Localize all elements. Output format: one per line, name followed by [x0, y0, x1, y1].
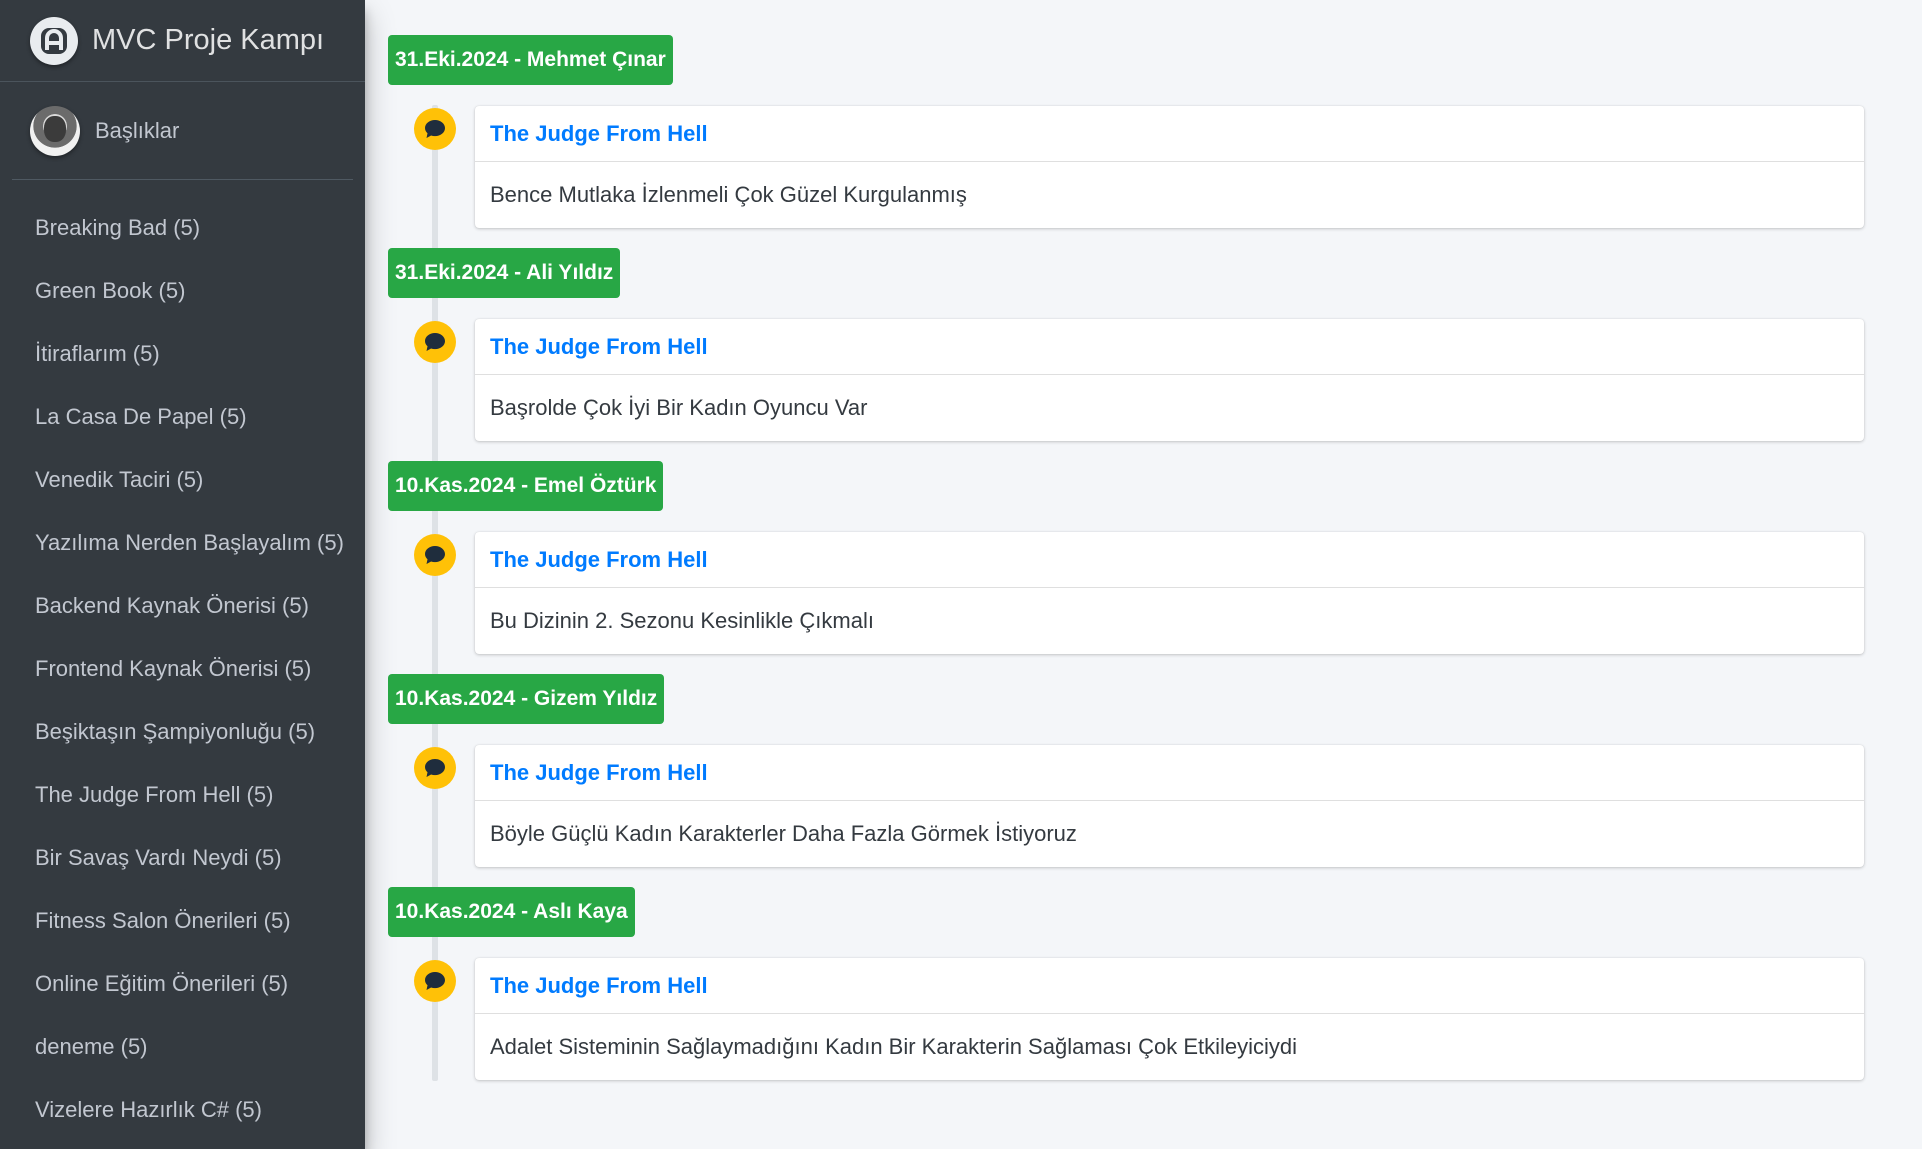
- timeline-item: The Judge From Hell Böyle Güçlü Kadın Ka…: [475, 745, 1864, 867]
- sidebar-item-vizelere-hazirlik[interactable]: Vizelere Hazırlık C# (5): [0, 1078, 365, 1141]
- timeline-item-title-link[interactable]: The Judge From Hell: [475, 106, 1864, 162]
- user-panel[interactable]: Başlıklar: [12, 82, 353, 180]
- user-panel-label: Başlıklar: [95, 117, 180, 143]
- sidebar-item-venedik-taciri[interactable]: Venedik Taciri (5): [0, 448, 365, 511]
- brand-link[interactable]: MVC Proje Kampı: [0, 0, 365, 82]
- timeline-item-title-link[interactable]: The Judge From Hell: [475, 958, 1864, 1014]
- timeline-item-body: Böyle Güçlü Kadın Karakterler Daha Fazla…: [490, 821, 1077, 846]
- timeline-entry: 10.Kas.2024 - Gizem Yıldız The Judge Fro…: [365, 674, 1922, 887]
- timeline-entry: 10.Kas.2024 - Emel Öztürk The Judge From…: [365, 461, 1922, 674]
- sidebar-item-deneme[interactable]: deneme (5): [0, 1015, 365, 1078]
- comment-icon: [414, 108, 456, 150]
- sidebar-item-backend-kaynak-onerisi[interactable]: Backend Kaynak Önerisi (5): [0, 574, 365, 637]
- sidebar-item-frontend-kaynak-onerisi[interactable]: Frontend Kaynak Önerisi (5): [0, 637, 365, 700]
- sidebar-item-breaking-bad[interactable]: Breaking Bad (5): [0, 196, 365, 259]
- timeline-item: The Judge From Hell Bu Dizinin 2. Sezonu…: [475, 532, 1864, 654]
- timeline: 31.Eki.2024 - Mehmet Çınar The Judge Fro…: [365, 0, 1922, 1100]
- comment-icon: [414, 747, 456, 789]
- sidebar-item-la-casa-de-papel[interactable]: La Casa De Papel (5): [0, 385, 365, 448]
- comment-icon: [414, 960, 456, 1002]
- sidebar-item-itiraflarim[interactable]: İtiraflarım (5): [0, 322, 365, 385]
- comment-icon: [414, 321, 456, 363]
- timeline-item-title-link[interactable]: The Judge From Hell: [475, 319, 1864, 375]
- sidebar: MVC Proje Kampı Başlıklar Breaking Bad (…: [0, 0, 365, 1149]
- timeline-item: The Judge From Hell Başrolde Çok İyi Bir…: [475, 319, 1864, 441]
- comment-icon: [414, 534, 456, 576]
- sidebar-item-fitness-salon-onerileri[interactable]: Fitness Salon Önerileri (5): [0, 889, 365, 952]
- timeline-item-body: Bence Mutlaka İzlenmeli Çok Güzel Kurgul…: [490, 182, 967, 207]
- timeline-item-body: Adalet Sisteminin Sağlaymadığını Kadın B…: [490, 1034, 1298, 1059]
- timeline-item: The Judge From Hell Bence Mutlaka İzlenm…: [475, 106, 1864, 228]
- sidebar-item-besiktasin-sampiyonlugu[interactable]: Beşiktaşın Şampiyonluğu (5): [0, 700, 365, 763]
- sidebar-nav: Breaking Bad (5) Green Book (5) İtirafla…: [0, 180, 365, 1141]
- sidebar-item-online-egitim-onerileri[interactable]: Online Eğitim Önerileri (5): [0, 952, 365, 1015]
- brand-title: MVC Proje Kampı: [92, 24, 325, 56]
- sidebar-item-bir-savas-vardi-neydi[interactable]: Bir Savaş Vardı Neydi (5): [0, 826, 365, 889]
- timeline-item-body: Bu Dizinin 2. Sezonu Kesinlikle Çıkmalı: [490, 608, 874, 633]
- timeline-entry: 31.Eki.2024 - Ali Yıldız The Judge From …: [365, 248, 1922, 461]
- content-wrapper: 31.Eki.2024 - Mehmet Çınar The Judge Fro…: [365, 0, 1922, 1149]
- timeline-entry: 10.Kas.2024 - Aslı Kaya The Judge From H…: [365, 887, 1922, 1100]
- time-label: 10.Kas.2024 - Emel Öztürk: [388, 461, 664, 511]
- time-label: 31.Eki.2024 - Ali Yıldız: [388, 248, 621, 298]
- timeline-item-title-link[interactable]: The Judge From Hell: [475, 532, 1864, 588]
- brand-logo-icon: [30, 16, 78, 65]
- timeline-item-title-link[interactable]: The Judge From Hell: [475, 745, 1864, 801]
- avatar: [30, 105, 80, 156]
- timeline-entry: 31.Eki.2024 - Mehmet Çınar The Judge Fro…: [365, 35, 1922, 248]
- sidebar-item-yazilima-nerden-baslayalim[interactable]: Yazılıma Nerden Başlayalım (5): [0, 511, 365, 574]
- time-label: 31.Eki.2024 - Mehmet Çınar: [388, 35, 673, 85]
- time-label: 10.Kas.2024 - Aslı Kaya: [388, 887, 635, 937]
- timeline-item-body: Başrolde Çok İyi Bir Kadın Oyuncu Var: [490, 395, 868, 420]
- sidebar-item-the-judge-from-hell[interactable]: The Judge From Hell (5): [0, 763, 365, 826]
- time-label: 10.Kas.2024 - Gizem Yıldız: [388, 674, 665, 724]
- timeline-item: The Judge From Hell Adalet Sisteminin Sa…: [475, 958, 1864, 1080]
- sidebar-item-green-book[interactable]: Green Book (5): [0, 259, 365, 322]
